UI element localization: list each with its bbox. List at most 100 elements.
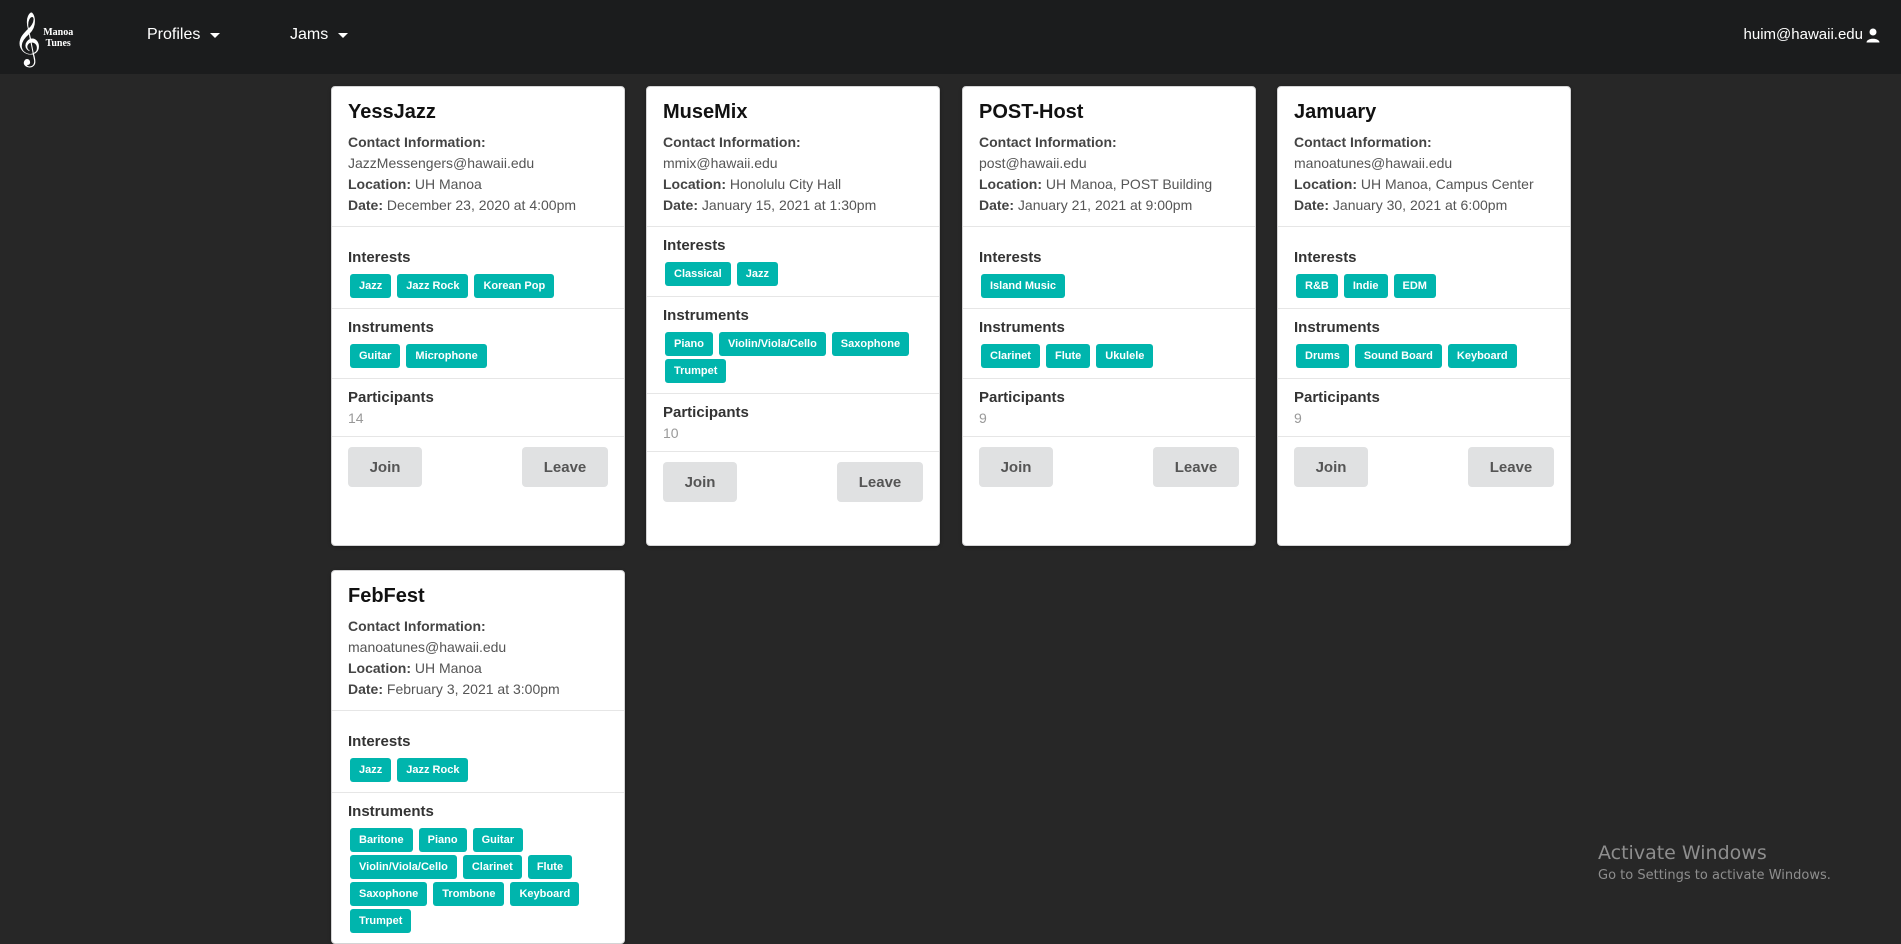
instruments-tag: Guitar [472,828,523,852]
jam-card-header: YessJazz Contact Information: JazzMessen… [332,87,624,226]
jams-dropdown[interactable]: Jams [290,26,349,44]
watermark-title: Activate Windows [1598,842,1767,864]
instruments-tag: Clarinet [981,344,1040,368]
participants-count: 9 [979,410,987,426]
interests-heading: Interests [663,237,726,254]
interests-heading: Interests [348,733,411,750]
windows-activation-watermark: Activate Windows Go to Settings to activ… [1598,842,1831,883]
top-navbar: 𝄞 Manoa Tunes Profiles Jams huim@hawaii.… [0,0,1901,74]
jams-label: Jams [290,26,329,43]
interests-tag: Jazz Rock [397,758,469,782]
user-menu[interactable]: huim@hawaii.edu [1744,26,1881,43]
profiles-dropdown[interactable]: Profiles [147,26,221,44]
contact-label: Contact Information: [979,134,1117,150]
jam-name: Jamuary [1294,101,1377,123]
instruments-heading: Instruments [348,319,434,336]
leave-button[interactable]: Leave [1153,447,1239,487]
interests-tags: Island Music [979,274,1239,298]
jam-name: YessJazz [348,101,436,123]
interests-tag: R&B [1296,274,1338,298]
leave-button[interactable]: Leave [837,462,923,502]
leave-button[interactable]: Leave [1468,447,1554,487]
user-email: huim@hawaii.edu [1743,26,1863,43]
instruments-section: Instruments Clarinet Flute Ukulele [963,308,1255,378]
jam-date: Date: January 21, 2021 at 9:00pm [979,197,1193,213]
interests-section: Interests Jazz Jazz Rock [332,710,624,792]
logo-text: Manoa Tunes [43,27,73,49]
participants-heading: Participants [348,389,434,406]
contact-label: Contact Information: [348,618,486,634]
interests-section: Interests Classical Jazz [647,226,939,296]
jam-contact: post@hawaii.edu [979,155,1087,171]
interests-tag: Classical [665,262,731,286]
jam-date: Date: January 15, 2021 at 1:30pm [663,197,877,213]
interests-section: Interests R&B Indie EDM [1278,226,1570,308]
interests-tags: Classical Jazz [663,262,923,286]
join-button[interactable]: Join [979,447,1053,487]
instruments-tag: Violin/Viola/Cello [718,332,826,356]
participants-section: Participants 10 [647,393,939,451]
instruments-heading: Instruments [979,319,1065,336]
join-button[interactable]: Join [348,447,422,487]
jam-actions: Join Leave [332,436,624,497]
leave-button[interactable]: Leave [522,447,608,487]
participants-count: 10 [663,425,679,441]
instruments-tag: Trombone [433,882,505,906]
participants-heading: Participants [979,389,1065,406]
treble-clef-icon: 𝄞 [14,11,42,65]
jam-contact: JazzMessengers@hawaii.edu [348,155,535,171]
interests-tag: Indie [1343,274,1388,298]
jam-card-header: MuseMix Contact Information: mmix@hawaii… [647,87,939,226]
interests-tag: Jazz [350,758,392,782]
participants-count: 9 [1294,410,1302,426]
join-button[interactable]: Join [663,462,737,502]
user-icon [1866,28,1880,42]
interests-heading: Interests [1294,249,1357,266]
caret-down-icon [210,32,221,38]
interests-tags: R&B Indie EDM [1294,274,1554,298]
jam-name: MuseMix [663,101,748,123]
jam-date: Date: December 23, 2020 at 4:00pm [348,197,577,213]
interests-heading: Interests [348,249,411,266]
instruments-tags: Drums Sound Board Keyboard [1294,344,1554,368]
participants-count: 14 [348,410,364,426]
jam-location: Location: UH Manoa, POST Building [979,176,1213,192]
join-button[interactable]: Join [1294,447,1368,487]
instruments-section: Instruments Piano Violin/Viola/Cello Saxop… [647,296,939,393]
jam-name: POST-Host [979,101,1084,123]
participants-heading: Participants [1294,389,1380,406]
instruments-section: Instruments Guitar Microphone [332,308,624,378]
jam-card: Jamuary Contact Information: manoatunes@… [1277,86,1571,546]
jam-location: Location: UH Manoa [348,176,482,192]
instruments-tag: Drums [1296,344,1349,368]
watermark-subtitle: Go to Settings to activate Windows. [1598,868,1831,883]
instruments-tags: Clarinet Flute Ukulele [979,344,1239,368]
contact-label: Contact Information: [1294,134,1432,150]
jam-date: Date: February 3, 2021 at 3:00pm [348,681,560,697]
jam-card-header: Jamuary Contact Information: manoatunes@… [1278,87,1570,226]
instruments-tag: Guitar [350,344,401,368]
jam-actions: Join Leave [1278,436,1570,497]
logo-text-line2: Tunes [45,38,71,49]
jam-date: Date: January 30, 2021 at 6:00pm [1294,197,1508,213]
interests-section: Interests Jazz Jazz Rock Korean Pop [332,226,624,308]
interests-tag: Island Music [981,274,1066,298]
interests-heading: Interests [979,249,1042,266]
instruments-tag: Piano [418,828,467,852]
interests-tags: Jazz Jazz Rock Korean Pop [348,274,608,298]
instruments-heading: Instruments [1294,319,1380,336]
instruments-heading: Instruments [663,307,749,324]
jam-actions: Join Leave [963,436,1255,497]
instruments-tag: Microphone [406,344,487,368]
logo-text-line1: Manoa [43,27,74,38]
instruments-tag: Keyboard [1447,344,1517,368]
manoa-tunes-logo[interactable]: 𝄞 Manoa Tunes [14,12,84,64]
instruments-tag: Sound Board [1354,344,1442,368]
instruments-tags: Piano Violin/Viola/Cello Saxophone Trumpet [663,332,923,383]
jam-card: YessJazz Contact Information: JazzMessen… [331,86,625,546]
instruments-tag: Violin/Viola/Cello [350,855,457,879]
profiles-label: Profiles [147,26,201,43]
jam-contact: manoatunes@hawaii.edu [348,639,507,655]
jam-contact: mmix@hawaii.edu [663,155,778,171]
instruments-section: Instruments Drums Sound Board Keyboard [1278,308,1570,378]
